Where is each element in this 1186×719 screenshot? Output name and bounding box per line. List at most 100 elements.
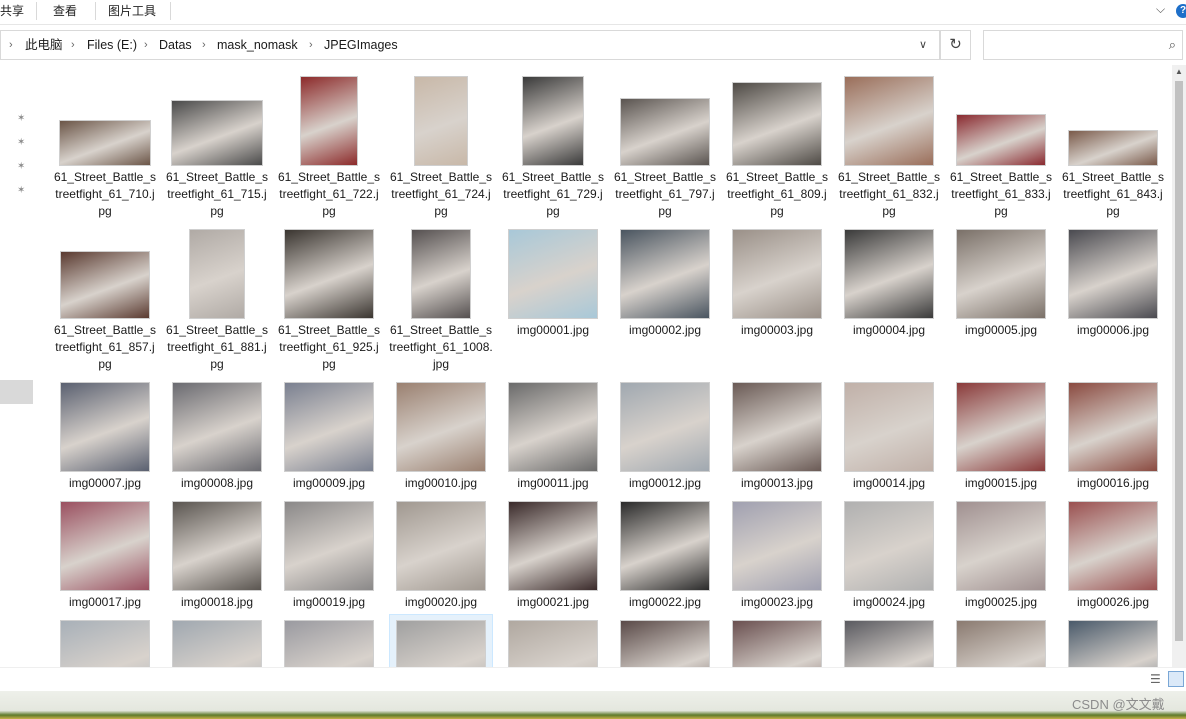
file-name-label[interactable]: 61_Street_Battle_streetfight_61_724.jpg [389, 169, 493, 220]
file-name-label[interactable]: 61_Street_Battle_streetfight_61_722.jpg [277, 169, 381, 220]
file-name-label[interactable]: img00012.jpg [613, 475, 717, 492]
file-name-label[interactable]: img00008.jpg [165, 475, 269, 492]
file-name-label[interactable]: img00002.jpg [613, 322, 717, 339]
image-thumbnail[interactable] [844, 382, 934, 472]
help-icon[interactable]: ? [1176, 4, 1186, 18]
breadcrumb-this-pc[interactable]: 此电脑 [25, 31, 63, 59]
image-thumbnail[interactable] [172, 501, 262, 591]
image-thumbnail[interactable] [411, 229, 471, 319]
image-thumbnail[interactable] [396, 501, 486, 591]
file-name-label[interactable]: img00023.jpg [725, 594, 829, 611]
file-name-label[interactable]: 61_Street_Battle_streetfight_61_715.jpg [165, 169, 269, 220]
tab-picture-tools[interactable]: 图片工具 [108, 0, 156, 24]
image-thumbnail[interactable] [732, 382, 822, 472]
file-name-label[interactable]: 61_Street_Battle_streetfight_61_925.jpg [277, 322, 381, 373]
file-name-label[interactable]: 61_Street_Battle_streetfight_61_729.jpg [501, 169, 605, 220]
nav-selected-item[interactable] [0, 380, 33, 404]
image-thumbnail[interactable] [1068, 501, 1158, 591]
search-input[interactable]: ⌕ [983, 30, 1183, 60]
file-name-label[interactable]: 61_Street_Battle_streetfight_61_809.jpg [725, 169, 829, 220]
file-name-label[interactable]: 61_Street_Battle_streetfight_61_1008.jpg [389, 322, 493, 373]
tab-view[interactable]: 查看 [53, 0, 77, 24]
image-thumbnail[interactable] [732, 620, 822, 667]
chevron-right-icon[interactable]: › [202, 31, 206, 59]
pin-icon[interactable]: ✶ [17, 161, 25, 172]
image-thumbnail[interactable] [508, 501, 598, 591]
file-name-label[interactable]: 61_Street_Battle_streetfight_61_881.jpg [165, 322, 269, 373]
image-thumbnail[interactable] [60, 382, 150, 472]
chevron-right-icon[interactable]: › [9, 31, 13, 59]
image-thumbnail[interactable] [172, 620, 262, 667]
image-thumbnail[interactable] [300, 76, 358, 166]
file-name-label[interactable]: img00011.jpg [501, 475, 605, 492]
address-bar[interactable]: › 此电脑 › Files (E:) › Datas › mask_nomask… [0, 30, 940, 60]
pin-icon[interactable]: ✶ [17, 185, 25, 196]
address-dropdown-chevron-icon[interactable]: ∨ [919, 31, 927, 59]
image-thumbnail[interactable] [844, 229, 934, 319]
large-icons-view-icon[interactable] [1168, 671, 1184, 687]
chevron-right-icon[interactable]: › [71, 31, 75, 59]
chevron-right-icon[interactable]: › [309, 31, 313, 59]
file-name-label[interactable]: img00014.jpg [837, 475, 941, 492]
image-thumbnail[interactable] [414, 76, 468, 166]
image-thumbnail[interactable] [956, 229, 1046, 319]
image-thumbnail[interactable] [732, 229, 822, 319]
image-thumbnail[interactable] [956, 114, 1046, 166]
file-name-label[interactable]: img00001.jpg [501, 322, 605, 339]
file-name-label[interactable]: 61_Street_Battle_streetfight_61_843.jpg [1061, 169, 1165, 220]
image-thumbnail[interactable] [284, 620, 374, 667]
image-thumbnail[interactable] [732, 501, 822, 591]
tab-share[interactable]: 共享 [0, 0, 24, 24]
file-name-label[interactable]: 61_Street_Battle_streetfight_61_857.jpg [53, 322, 157, 373]
image-thumbnail[interactable] [60, 251, 150, 319]
file-name-label[interactable]: img00020.jpg [389, 594, 493, 611]
search-icon[interactable]: ⌕ [1169, 37, 1176, 53]
details-view-icon[interactable]: ☰ [1150, 672, 1164, 686]
scrollbar-thumb[interactable] [1175, 81, 1183, 641]
image-thumbnail[interactable] [284, 229, 374, 319]
image-thumbnail[interactable] [956, 382, 1046, 472]
image-thumbnail[interactable] [1068, 620, 1158, 667]
pin-icon[interactable]: ✶ [17, 113, 25, 124]
file-name-label[interactable]: 61_Street_Battle_streetfight_61_797.jpg [613, 169, 717, 220]
image-thumbnail[interactable] [396, 382, 486, 472]
breadcrumb-jpegimages[interactable]: JPEGImages [324, 31, 398, 59]
image-thumbnail[interactable] [522, 76, 584, 166]
file-name-label[interactable]: img00005.jpg [949, 322, 1053, 339]
breadcrumb-datas[interactable]: Datas [159, 31, 192, 59]
image-thumbnail[interactable] [171, 100, 263, 166]
file-name-label[interactable]: 61_Street_Battle_streetfight_61_832.jpg [837, 169, 941, 220]
image-thumbnail[interactable] [732, 82, 822, 166]
image-thumbnail[interactable] [956, 501, 1046, 591]
image-thumbnail[interactable] [1068, 229, 1158, 319]
file-name-label[interactable]: img00009.jpg [277, 475, 381, 492]
image-thumbnail[interactable] [956, 620, 1046, 667]
file-name-label[interactable]: img00016.jpg [1061, 475, 1165, 492]
image-thumbnail[interactable] [844, 501, 934, 591]
file-name-label[interactable]: 61_Street_Battle_streetfight_61_710.jpg [53, 169, 157, 220]
file-name-label[interactable]: img00022.jpg [613, 594, 717, 611]
image-thumbnail[interactable] [508, 382, 598, 472]
image-thumbnail[interactable] [396, 620, 486, 667]
file-name-label[interactable]: img00003.jpg [725, 322, 829, 339]
image-thumbnail[interactable] [620, 620, 710, 667]
file-name-label[interactable]: 61_Street_Battle_streetfight_61_833.jpg [949, 169, 1053, 220]
image-thumbnail[interactable] [284, 382, 374, 472]
ribbon-expand-chevron-icon[interactable]: ⌵ [1156, 2, 1165, 17]
chevron-right-icon[interactable]: › [144, 31, 148, 59]
image-thumbnail[interactable] [844, 76, 934, 166]
image-thumbnail[interactable] [508, 229, 598, 319]
pin-icon[interactable]: ✶ [17, 137, 25, 148]
image-thumbnail[interactable] [59, 120, 151, 166]
image-thumbnail[interactable] [620, 98, 710, 166]
refresh-button[interactable]: ↻ [940, 30, 971, 60]
image-thumbnail[interactable] [60, 501, 150, 591]
file-name-label[interactable]: img00015.jpg [949, 475, 1053, 492]
file-name-label[interactable]: img00024.jpg [837, 594, 941, 611]
image-thumbnail[interactable] [844, 620, 934, 667]
file-name-label[interactable]: img00017.jpg [53, 594, 157, 611]
scroll-up-arrow-icon[interactable]: ▲ [1172, 65, 1186, 79]
file-name-label[interactable]: img00004.jpg [837, 322, 941, 339]
breadcrumb-drive[interactable]: Files (E:) [87, 31, 137, 59]
image-thumbnail[interactable] [1068, 382, 1158, 472]
